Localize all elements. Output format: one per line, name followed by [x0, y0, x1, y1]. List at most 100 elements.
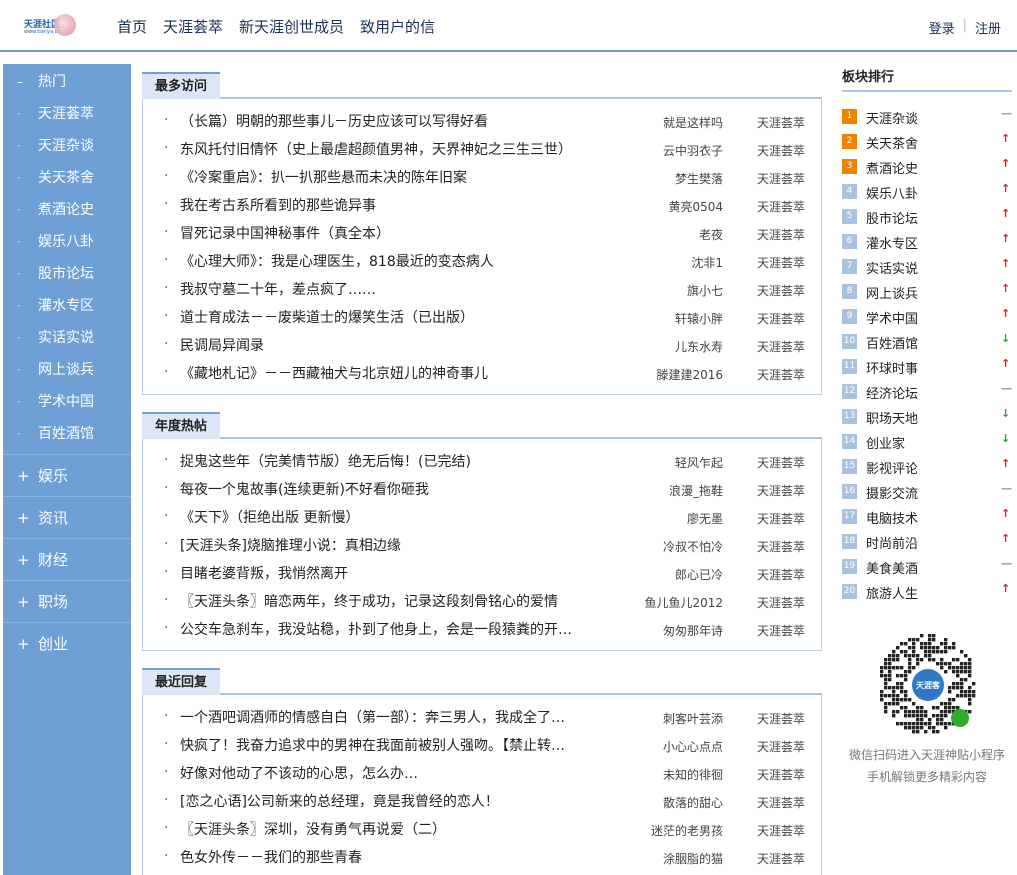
post-title-link[interactable]: 《藏地札记》－－西藏袖犬与北京妞儿的神奇事儿	[180, 363, 620, 383]
rank-board-name[interactable]: 百姓酒馆	[866, 333, 918, 352]
post-author-link[interactable]: 浪漫_拖鞋	[623, 482, 723, 499]
post-board-link[interactable]: 天涯荟萃	[757, 594, 805, 611]
rank-board-name[interactable]: 环球时事	[866, 358, 918, 377]
post-title-link[interactable]: 色女外传－－我们的那些青春	[180, 847, 620, 867]
rank-board-name[interactable]: 影视评论	[866, 458, 918, 477]
post-author-link[interactable]: 轻风乍起	[623, 454, 723, 471]
rank-board-name[interactable]: 美食美酒	[866, 558, 918, 577]
post-author-link[interactable]: 黄亮0504	[623, 198, 723, 215]
rank-board-name[interactable]: 关天茶舍	[866, 133, 918, 152]
rank-board-name[interactable]: 旅游人生	[866, 583, 918, 602]
post-board-link[interactable]: 天涯荟萃	[757, 738, 805, 755]
rank-board-name[interactable]: 股市论坛	[866, 208, 918, 227]
post-board-link[interactable]: 天涯荟萃	[757, 114, 805, 131]
rank-item[interactable]: 5 股市论坛 ↑	[842, 203, 1017, 228]
post-board-link[interactable]: 天涯荟萃	[757, 366, 805, 383]
sidebar-item[interactable]: · 关天茶舍	[3, 162, 131, 194]
post-title-link[interactable]: 冒死记录中国神秘事件（真全本）	[180, 223, 620, 243]
rank-item[interactable]: 16 摄影交流 —	[842, 478, 1017, 503]
sidebar-category[interactable]: + 财经	[3, 538, 131, 580]
sidebar-item[interactable]: · 百姓酒馆	[3, 418, 131, 450]
sidebar-item[interactable]: · 灌水专区	[3, 290, 131, 322]
post-author-link[interactable]: 散落的甜心	[623, 794, 723, 811]
nav-letter-to-users[interactable]: 致用户的信	[360, 16, 435, 37]
post-title-link[interactable]: 一个酒吧调酒师的情感自白（第一部）：奔三男人，我成全了…	[180, 707, 620, 727]
post-title-link[interactable]: 我叔守墓二十年，差点疯了……	[180, 279, 620, 299]
post-title-link[interactable]: 每夜一个鬼故事(连续更新)不好看你砸我	[180, 479, 620, 499]
post-board-link[interactable]: 天涯荟萃	[757, 566, 805, 583]
site-logo[interactable]: 天涯社区 www.tianya.cn	[22, 12, 76, 40]
rank-board-name[interactable]: 学术中国	[866, 308, 918, 327]
rank-item[interactable]: 18 时尚前沿 ↑	[842, 528, 1017, 553]
post-author-link[interactable]: 冷叔不怕冷	[623, 538, 723, 555]
sidebar-item[interactable]: · 煮酒论史	[3, 194, 131, 226]
rank-board-name[interactable]: 经济论坛	[866, 383, 918, 402]
post-title-link[interactable]: 〖天涯头条〗深圳，没有勇气再说爱（二）	[180, 819, 620, 839]
post-board-link[interactable]: 天涯荟萃	[757, 198, 805, 215]
post-title-link[interactable]: 公交车急刹车，我没站稳，扑到了他身上，会是一段猿粪的开…	[180, 619, 620, 639]
post-author-link[interactable]: 未知的徘徊	[623, 766, 723, 783]
post-author-link[interactable]: 就是这样吗	[623, 114, 723, 131]
post-title-link[interactable]: 捉鬼这些年（完美情节版）绝无后悔！(已完结)	[180, 451, 620, 471]
post-author-link[interactable]: 滕建建2016	[623, 366, 723, 383]
post-author-link[interactable]: 老夜	[623, 226, 723, 243]
post-board-link[interactable]: 天涯荟萃	[757, 822, 805, 839]
post-board-link[interactable]: 天涯荟萃	[757, 766, 805, 783]
rank-item[interactable]: 3 煮酒论史 ↑	[842, 153, 1017, 178]
rank-board-name[interactable]: 娱乐八卦	[866, 183, 918, 202]
post-board-link[interactable]: 天涯荟萃	[757, 794, 805, 811]
sidebar-hot-header[interactable]: – 热门	[3, 66, 131, 98]
section-tab[interactable]: 最近回复	[142, 668, 221, 695]
post-title-link[interactable]: 民调局异闻录	[180, 335, 620, 355]
post-board-link[interactable]: 天涯荟萃	[757, 622, 805, 639]
rank-item[interactable]: 8 网上谈兵 ↑	[842, 278, 1017, 303]
post-author-link[interactable]: 刺客叶芸添	[623, 710, 723, 727]
post-title-link[interactable]: 道士育成法－－废柴道士的爆笑生活（已出版）	[180, 307, 620, 327]
post-board-link[interactable]: 天涯荟萃	[757, 510, 805, 527]
section-tab[interactable]: 年度热帖	[142, 412, 221, 439]
post-board-link[interactable]: 天涯荟萃	[757, 282, 805, 299]
rank-board-name[interactable]: 天涯杂谈	[866, 108, 918, 127]
sidebar-category[interactable]: + 娱乐	[3, 454, 131, 496]
nav-home[interactable]: 首页	[117, 16, 147, 37]
post-board-link[interactable]: 天涯荟萃	[757, 310, 805, 327]
rank-board-name[interactable]: 电脑技术	[866, 508, 918, 527]
rank-item[interactable]: 9 学术中国 ↑	[842, 303, 1017, 328]
rank-board-name[interactable]: 时尚前沿	[866, 533, 918, 552]
rank-item[interactable]: 19 美食美酒 —	[842, 553, 1017, 578]
rank-item[interactable]: 6 灌水专区 ↑	[842, 228, 1017, 253]
post-author-link[interactable]: 轩辕小胖	[623, 310, 723, 327]
rank-board-name[interactable]: 摄影交流	[866, 483, 918, 502]
post-title-link[interactable]: [天涯头条]烧脑推理小说：真相边缘	[180, 535, 620, 555]
sidebar-item[interactable]: · 娱乐八卦	[3, 226, 131, 258]
rank-board-name[interactable]: 职场天地	[866, 408, 918, 427]
post-author-link[interactable]: 云中羽衣子	[623, 142, 723, 159]
sidebar-item[interactable]: · 股市论坛	[3, 258, 131, 290]
rank-board-name[interactable]: 煮酒论史	[866, 158, 918, 177]
rank-item[interactable]: 1 天涯杂谈 —	[842, 103, 1017, 128]
rank-item[interactable]: 7 实话实说 ↑	[842, 253, 1017, 278]
post-title-link[interactable]: （长篇）明朝的那些事儿－历史应该可以写得好看	[180, 111, 620, 131]
post-title-link[interactable]: 《冷案重启》：扒一扒那些悬而未决的陈年旧案	[180, 167, 620, 187]
post-title-link[interactable]: 好像对他动了不该动的心思，怎么办…	[180, 763, 620, 783]
post-author-link[interactable]: 涂胭脂的猫	[623, 850, 723, 867]
post-title-link[interactable]: 东风托付旧情怀（史上最虐超颜值男神，天界神妃之三生三世）	[180, 139, 620, 159]
post-board-link[interactable]: 天涯荟萃	[757, 226, 805, 243]
post-author-link[interactable]: 儿东水寿	[623, 338, 723, 355]
post-board-link[interactable]: 天涯荟萃	[757, 454, 805, 471]
sidebar-category[interactable]: + 资讯	[3, 496, 131, 538]
rank-board-name[interactable]: 灌水专区	[866, 233, 918, 252]
post-board-link[interactable]: 天涯荟萃	[757, 538, 805, 555]
sidebar-item[interactable]: · 实话实说	[3, 322, 131, 354]
post-author-link[interactable]: 小心心点点	[623, 738, 723, 755]
rank-item[interactable]: 4 娱乐八卦 ↑	[842, 178, 1017, 203]
post-title-link[interactable]: 〖天涯头条〗暗恋两年，终于成功，记录这段刻骨铭心的爱情	[180, 591, 620, 611]
rank-board-name[interactable]: 网上谈兵	[866, 283, 918, 302]
register-link[interactable]: 注册	[975, 18, 1001, 37]
post-title-link[interactable]: 快疯了！我奋力追求中的男神在我面前被别人强吻。【禁止转…	[180, 735, 620, 755]
post-author-link[interactable]: 梦生樊落	[623, 170, 723, 187]
post-board-link[interactable]: 天涯荟萃	[757, 142, 805, 159]
post-board-link[interactable]: 天涯荟萃	[757, 710, 805, 727]
sidebar-item[interactable]: · 天涯杂谈	[3, 130, 131, 162]
post-author-link[interactable]: 沈非1	[623, 254, 723, 271]
